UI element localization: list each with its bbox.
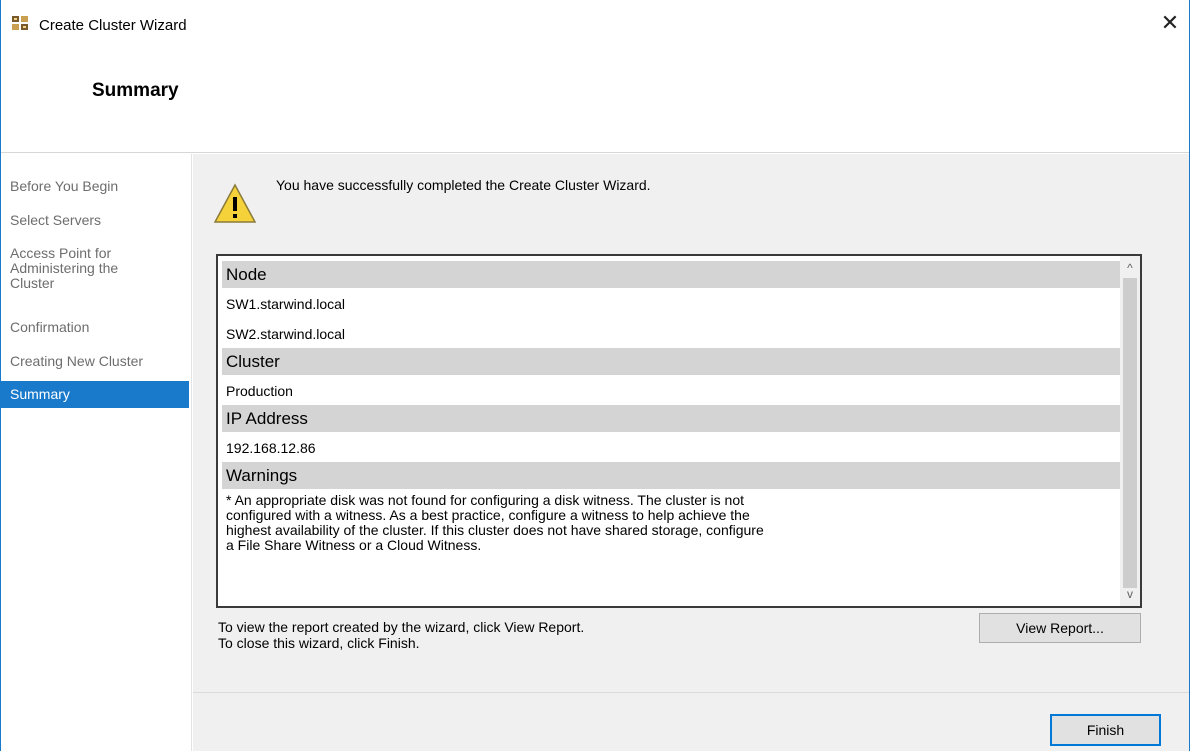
- close-icon[interactable]: ✕: [1157, 10, 1183, 36]
- warnings-text: * An appropriate disk was not found for …: [226, 492, 764, 553]
- cluster-section-header: Cluster: [222, 348, 1140, 375]
- ip-address-row: 192.168.12.86: [226, 440, 316, 456]
- scroll-down-icon[interactable]: v: [1120, 584, 1140, 604]
- report-scrollbar[interactable]: ^ v: [1120, 256, 1140, 606]
- summary-report: Node SW1.starwind.local SW2.starwind.loc…: [216, 254, 1142, 608]
- wizard-content: You have successfully completed the Crea…: [193, 154, 1189, 751]
- window-title: Create Cluster Wizard: [39, 17, 187, 34]
- warning-icon: [213, 183, 257, 223]
- hint-finish: To close this wizard, click Finish.: [218, 635, 420, 651]
- scroll-up-icon[interactable]: ^: [1120, 258, 1140, 278]
- cluster-name-row: Production: [226, 383, 293, 399]
- nav-step-confirmation: Confirmation: [10, 319, 90, 335]
- node-section-header: Node: [222, 261, 1140, 288]
- warnings-section-header: Warnings: [222, 462, 1140, 489]
- cluster-app-icon: [12, 16, 28, 30]
- nav-step-summary: Summary: [1, 381, 189, 408]
- completion-message: You have successfully completed the Crea…: [276, 177, 651, 193]
- wizard-header: Summary: [1, 52, 1189, 154]
- finish-button[interactable]: Finish: [1050, 714, 1161, 746]
- nav-step-creating-new-cluster: Creating New Cluster: [10, 353, 144, 369]
- hint-view-report: To view the report created by the wizard…: [218, 619, 585, 635]
- wizard-steps-nav: Before You Begin Select Servers Access P…: [1, 154, 192, 751]
- wizard-window: Create Cluster Wizard ✕ Summary Before Y…: [0, 0, 1190, 751]
- header-divider: [1, 152, 1189, 153]
- nav-step-access-point: Access Point for Administering the Clust…: [10, 245, 119, 291]
- title-bar: Create Cluster Wizard ✕: [1, 0, 1189, 52]
- node-row: SW1.starwind.local: [226, 296, 346, 312]
- ip-section-header: IP Address: [222, 405, 1140, 432]
- footer-divider: [193, 692, 1189, 693]
- page-title: Summary: [92, 80, 179, 101]
- instructions: To view the report created by the wizard…: [218, 619, 584, 651]
- view-report-button[interactable]: View Report...: [979, 613, 1141, 643]
- node-row: SW2.starwind.local: [226, 326, 346, 342]
- nav-step-before-you-begin: Before You Begin: [10, 178, 119, 194]
- nav-step-select-servers: Select Servers: [10, 212, 102, 228]
- scrollbar-thumb[interactable]: [1123, 278, 1137, 588]
